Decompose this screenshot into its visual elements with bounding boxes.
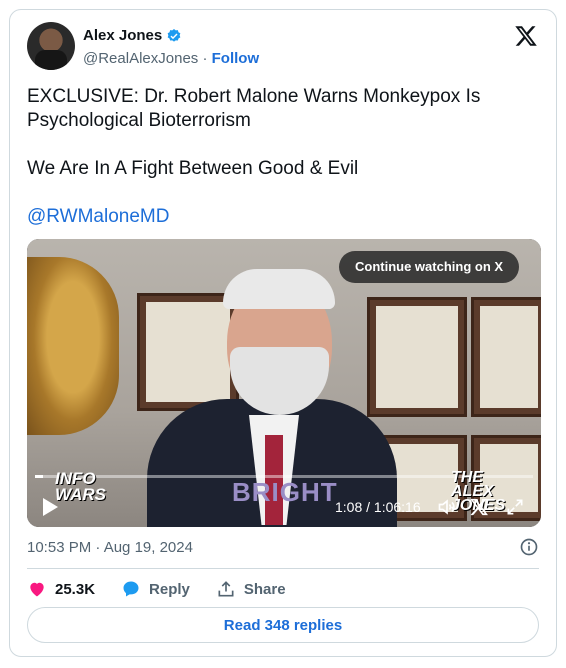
info-icon[interactable]	[519, 537, 539, 557]
wall-frame	[471, 297, 541, 417]
author-name[interactable]: Alex Jones	[83, 27, 162, 44]
video-progress-fill	[35, 475, 44, 478]
tweet-card: Alex Jones @RealAlexJones · Follow EXCLU…	[9, 9, 557, 657]
share-upload-icon	[218, 581, 234, 597]
wall-frame	[137, 293, 239, 411]
lion-statue	[27, 257, 119, 435]
read-replies-button[interactable]: Read 348 replies	[27, 607, 539, 643]
mention-link[interactable]: @RWMaloneMD	[27, 205, 537, 229]
handle-separator: ·	[202, 50, 208, 67]
continue-watching-button[interactable]: Continue watching on X	[339, 251, 520, 283]
follow-button[interactable]: Follow	[212, 50, 260, 67]
author-handle[interactable]: @RealAlexJones	[83, 50, 198, 67]
fullscreen-icon[interactable]	[505, 497, 525, 517]
video-player[interactable]: Continue watching on X INFO WARS BRIGHT …	[27, 239, 541, 527]
share-label: Share	[243, 580, 286, 598]
like-button[interactable]: 25.3K	[27, 579, 95, 599]
reply-button[interactable]: Reply	[121, 579, 190, 599]
wall-frame	[367, 297, 467, 417]
reply-label: Reply	[149, 580, 190, 598]
share-button[interactable]: Share	[216, 579, 286, 599]
volume-icon[interactable]	[437, 497, 457, 517]
avatar[interactable]	[27, 22, 75, 70]
tweet-line-2: We Are In A Fight Between Good & Evil	[27, 158, 359, 179]
verified-badge-icon	[167, 28, 181, 42]
heart-icon	[30, 582, 44, 597]
video-time: 1:08 / 1:06:16	[335, 499, 421, 515]
reply-bubble-icon	[123, 581, 139, 597]
tweet-line-1: EXCLUSIVE: Dr. Robert Malone Warns Monke…	[27, 86, 481, 131]
author-name-row: Alex Jones	[83, 27, 182, 44]
play-icon[interactable]	[41, 497, 59, 517]
action-bar: 25.3K Reply Share	[27, 579, 312, 599]
tweet-spacer-1	[27, 133, 537, 157]
x-logo-icon[interactable]	[514, 24, 538, 48]
like-count: 25.3K	[55, 580, 96, 598]
tweet-spacer-2	[27, 181, 537, 205]
tweet-text: EXCLUSIVE: Dr. Robert Malone Warns Monke…	[27, 85, 537, 229]
divider	[27, 568, 539, 569]
speaker-hair	[223, 269, 335, 309]
bright-watermark: BRIGHT	[232, 477, 338, 507]
infowars-logo: INFO WARS	[55, 469, 106, 504]
author-handle-row: @RealAlexJones · Follow	[83, 50, 259, 67]
tweet-timestamp[interactable]: 10:53 PM · Aug 19, 2024	[27, 539, 193, 556]
x-watermark-icon	[470, 498, 488, 516]
